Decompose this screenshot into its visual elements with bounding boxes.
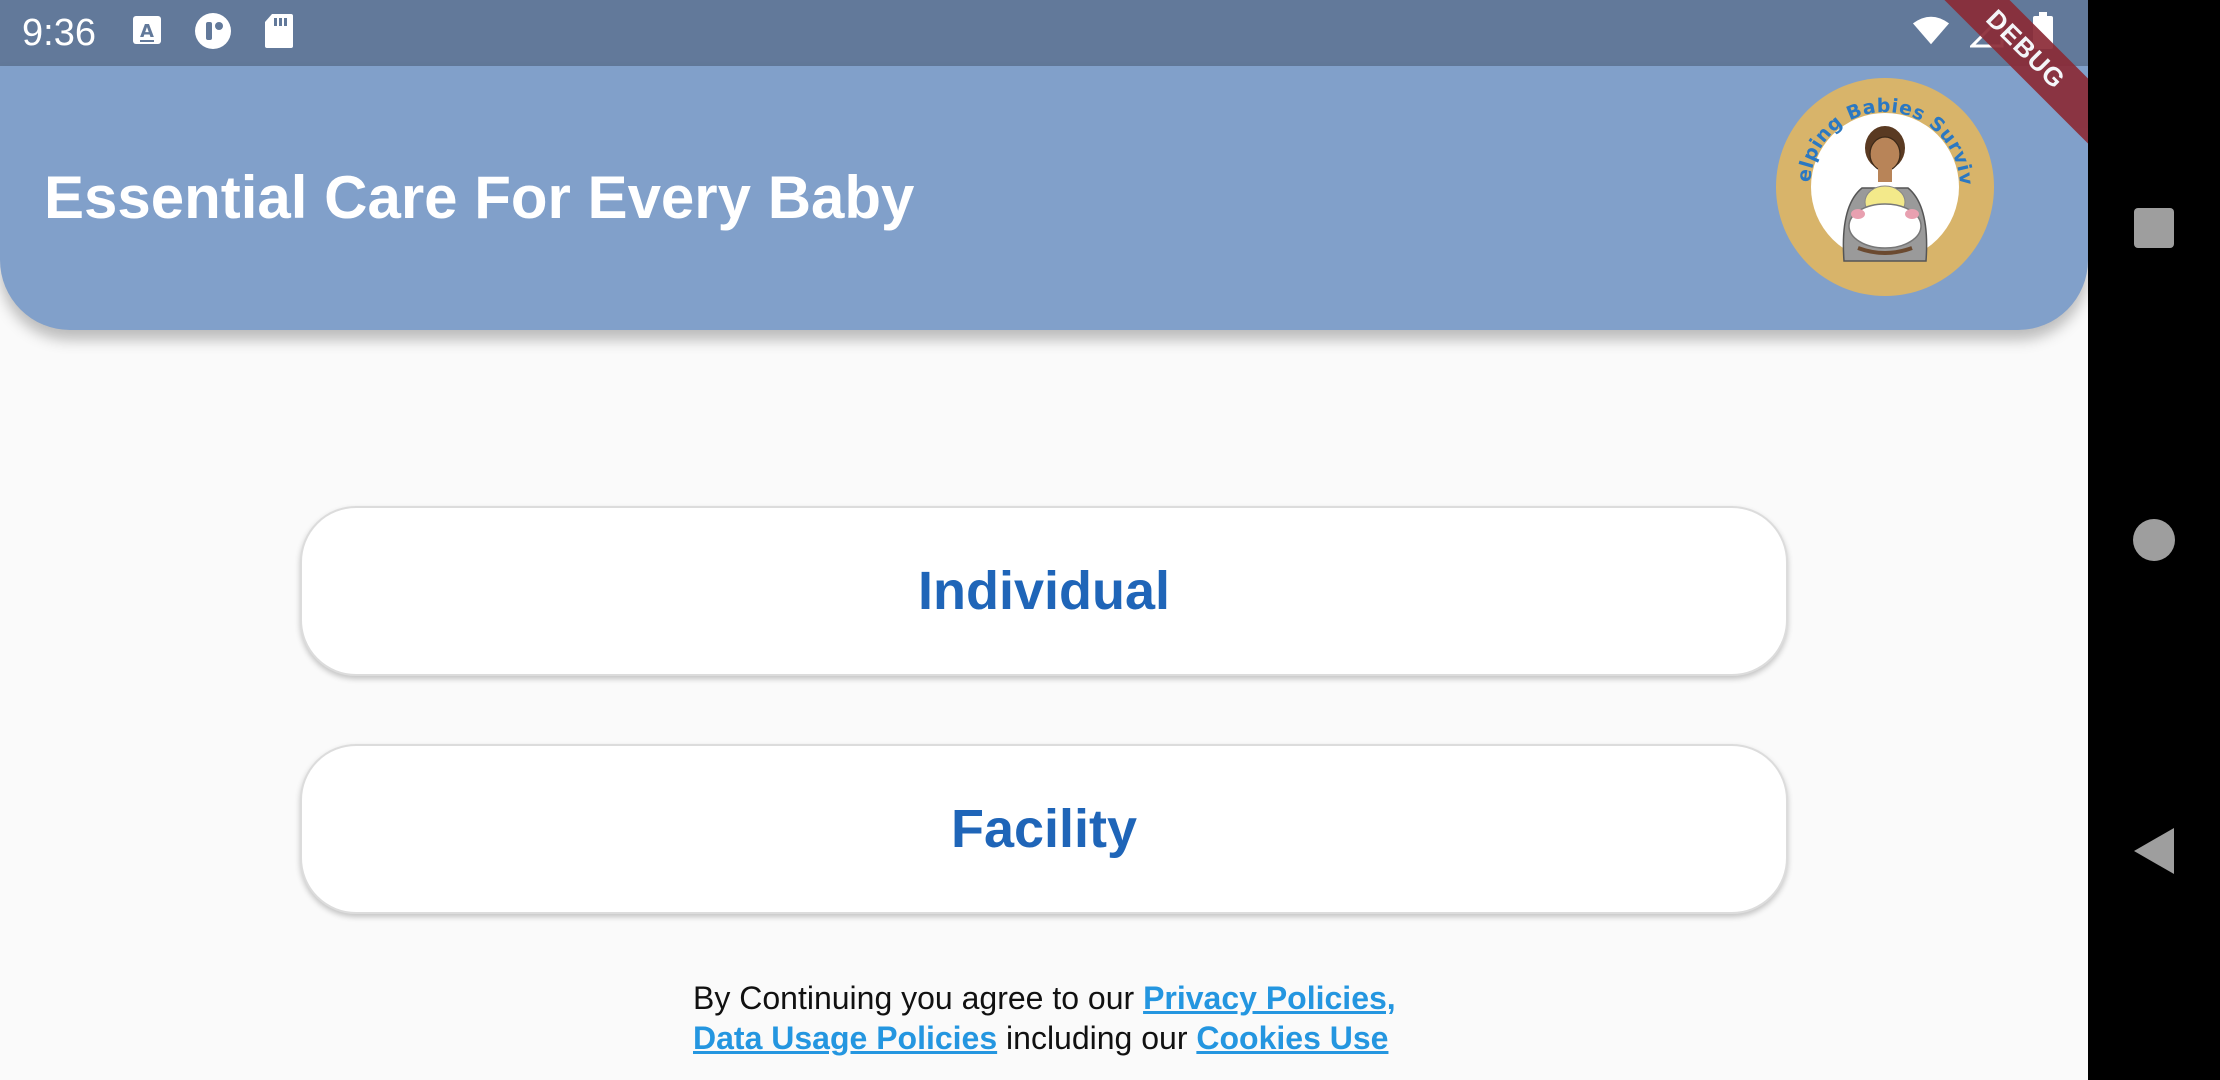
individual-button-label: Individual bbox=[917, 561, 1171, 621]
navigation-bar bbox=[2088, 0, 2220, 1080]
data-usage-policies-link[interactable]: Data Usage Policies bbox=[693, 1020, 997, 1056]
legal-consent-text: By Continuing you agree to our Privacy P… bbox=[693, 978, 1396, 1058]
facility-button-label: Facility bbox=[950, 799, 1138, 859]
legal-middle: including our bbox=[1006, 1020, 1188, 1056]
facility-button[interactable]: Facility bbox=[300, 744, 1788, 914]
legal-prefix: By Continuing you agree to our bbox=[693, 980, 1135, 1016]
status-bar: 9:36 A bbox=[0, 0, 2088, 66]
home-button[interactable] bbox=[2088, 518, 2220, 562]
sd-card-icon bbox=[260, 12, 298, 50]
app-title: Essential Care For Every Baby bbox=[44, 164, 915, 231]
recents-square-icon bbox=[2134, 208, 2174, 248]
app-screen: 9:36 A Essential Care For Every Baby elp… bbox=[0, 0, 2088, 1080]
svg-text:A: A bbox=[140, 21, 154, 42]
wifi-icon bbox=[1912, 12, 1950, 50]
helping-babies-survive-logo: Helping Babies Survive bbox=[1766, 59, 1996, 298]
cookies-use-link[interactable]: Cookies Use bbox=[1196, 1020, 1388, 1056]
chat-app-icon bbox=[194, 12, 232, 50]
app-bar: Essential Care For Every Baby Helping Ba… bbox=[0, 59, 2088, 330]
status-time: 9:36 bbox=[22, 12, 96, 54]
back-button[interactable] bbox=[2088, 826, 2220, 876]
back-triangle-icon bbox=[2134, 828, 2174, 874]
a-keyboard-icon: A bbox=[128, 12, 166, 50]
privacy-policies-link[interactable]: Privacy Policies, bbox=[1143, 980, 1396, 1016]
recents-button[interactable] bbox=[2088, 206, 2220, 250]
notification-icons: A bbox=[128, 12, 298, 50]
home-circle-icon bbox=[2133, 519, 2175, 561]
individual-button[interactable]: Individual bbox=[300, 506, 1788, 676]
